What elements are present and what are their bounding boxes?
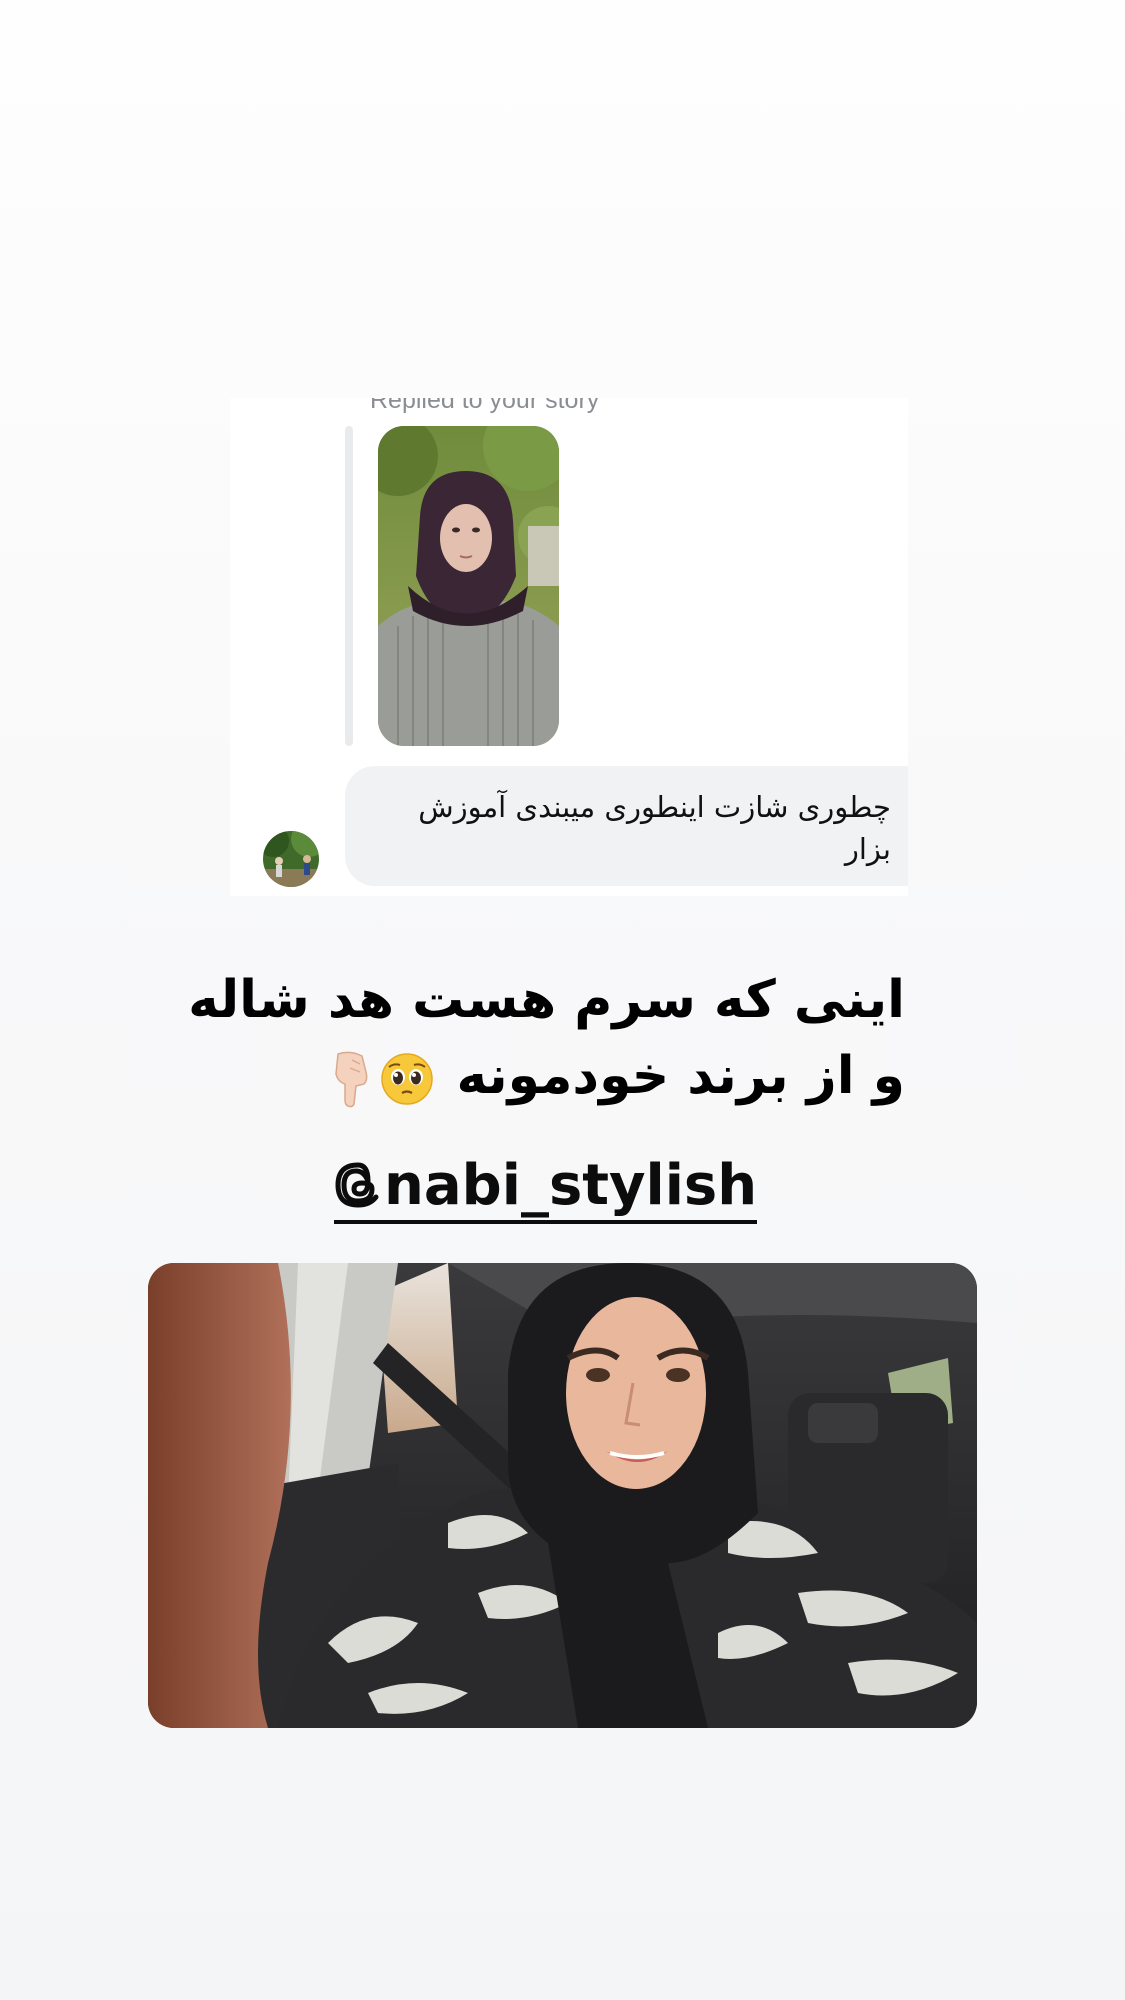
quote-bar (345, 426, 353, 746)
story-thumbnail-image (378, 426, 559, 746)
caption-line-1: اینی که سرم هست هد شاله (188, 970, 905, 1030)
story-caption: اینی که سرم هست هد شاله و از برند خودمون… (188, 962, 905, 1114)
message-bubble: چطوری شازت اینطوری میبندی آموزش بزار (345, 766, 908, 886)
message-text: چطوری شازت اینطوری میبندی آموزش بزار (418, 790, 891, 866)
story-thumbnail[interactable] (378, 426, 559, 746)
story-reply-card: Replied to your story چطوری شازت اینطوری… (230, 398, 908, 896)
caption-line-2: و از برند خودمونه (230, 1038, 905, 1114)
caption-line-2-text: و از برند خودمونه (456, 1046, 905, 1106)
replied-to-story-label: Replied to your story (370, 398, 600, 414)
pointing-down-icon (335, 1051, 368, 1108)
avatar-image (263, 831, 319, 887)
avatar[interactable] (263, 831, 319, 887)
car-selfie-image (148, 1263, 977, 1728)
mention-sticker[interactable]: nabi_stylish (334, 1150, 758, 1224)
threads-icon (335, 1162, 379, 1208)
mention-handle: nabi_stylish (384, 1152, 758, 1218)
story-photo[interactable] (148, 1263, 977, 1728)
pleading-face-icon (381, 1053, 434, 1105)
